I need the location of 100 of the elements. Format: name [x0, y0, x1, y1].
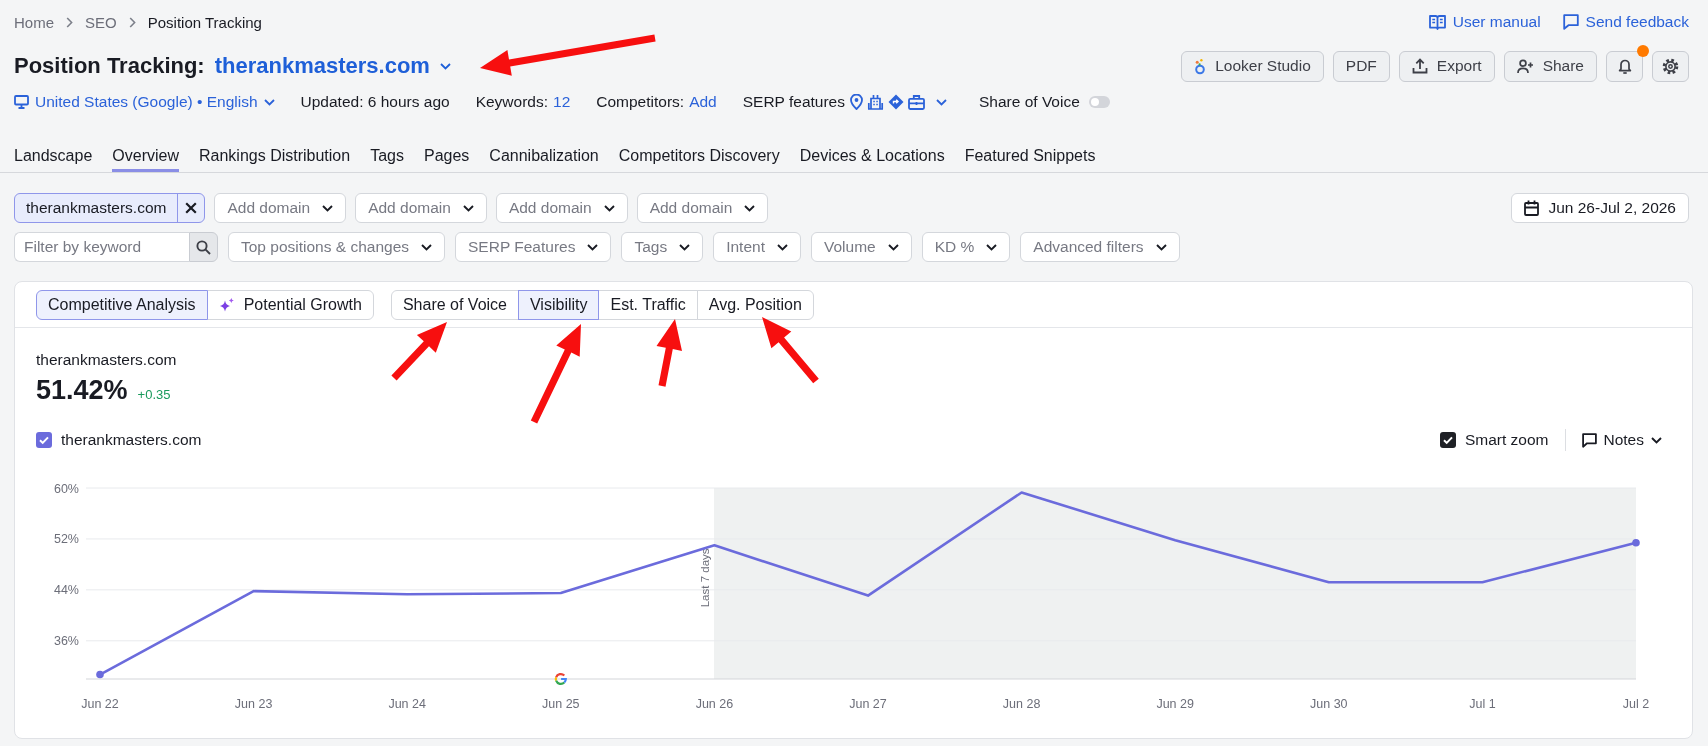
monitor-icon	[14, 95, 29, 109]
filter-dropdown[interactable]: Tags	[621, 232, 704, 262]
add-domain-dropdown[interactable]: Add domain	[495, 193, 628, 223]
x-axis-label: Jun 30	[1310, 697, 1348, 711]
smart-zoom-checkbox[interactable]	[1439, 432, 1456, 448]
settings-button[interactable]	[1652, 50, 1689, 82]
caret-icon	[887, 243, 899, 251]
caret-icon	[439, 62, 451, 70]
help-link[interactable]: Send feedback	[1562, 13, 1689, 31]
book-icon	[1428, 14, 1446, 30]
location-dropdown[interactable]: United States (Google) • English	[14, 93, 275, 111]
metric-tab[interactable]: Visibility	[518, 289, 600, 320]
add-domain-dropdown[interactable]: Add domain	[636, 193, 769, 223]
caret-icon	[986, 243, 998, 251]
project-dropdown[interactable]: therankmasters.com	[214, 53, 451, 79]
competitors-label: Competitors:	[596, 93, 685, 111]
x-axis-label: Jul 2	[1622, 697, 1650, 711]
metric-tab[interactable]: Share of Voice	[390, 289, 519, 320]
breadcrumb-link[interactable]: SEO	[85, 13, 117, 31]
end-marker	[96, 670, 104, 679]
pdf-button[interactable]: PDF	[1332, 50, 1390, 82]
filter-dropdown[interactable]: Volume	[810, 232, 912, 262]
caret-icon	[776, 243, 788, 251]
speech-bubble-icon	[1581, 432, 1597, 448]
annotation-arrow	[656, 319, 682, 387]
metric-tab[interactable]: Avg. Position	[696, 289, 814, 320]
nav-tab[interactable]: Pages	[423, 140, 470, 172]
help-link[interactable]: User manual	[1428, 13, 1541, 31]
settings-icon	[1662, 57, 1679, 75]
filter-dropdown[interactable]: Advanced filters	[1020, 232, 1180, 262]
nav-tab[interactable]: Tags	[370, 140, 404, 172]
add-person-icon	[1516, 58, 1534, 74]
chevron-right-icon	[66, 16, 73, 28]
export-button[interactable]: Export	[1398, 50, 1495, 82]
y-axis-label: 60%	[53, 481, 79, 496]
close-icon	[185, 202, 198, 214]
caret-icon[interactable]	[936, 98, 947, 106]
nav-tab[interactable]: Competitors Discovery	[618, 140, 780, 172]
looker-button[interactable]: Looker Studio	[1181, 50, 1324, 82]
sparkle-icon	[218, 296, 235, 313]
briefcase-icon	[908, 94, 925, 110]
nav-tab[interactable]: Overview	[112, 140, 179, 172]
search-button[interactable]	[189, 232, 218, 262]
nav-tab[interactable]: Featured Snippets	[964, 140, 1096, 172]
caret-icon	[587, 243, 599, 251]
band-label: Last 7 days	[699, 548, 712, 608]
keywords-count-link[interactable]: 12	[553, 93, 571, 111]
search-icon	[196, 239, 211, 255]
share-of-voice-label: Share of Voice	[979, 93, 1080, 111]
page-title: Position Tracking:	[14, 53, 205, 79]
add-domain-dropdown[interactable]: Add domain	[355, 193, 487, 223]
add-domain-dropdown[interactable]: Add domain	[214, 193, 347, 223]
filter-dropdown[interactable]: Intent	[713, 232, 801, 262]
annotation-arrow	[391, 322, 447, 381]
breadcrumb-current: Position Tracking	[147, 13, 262, 31]
summary-change: +0.35	[137, 387, 171, 402]
caret-icon	[322, 204, 334, 212]
x-axis-label: Jun 24	[388, 697, 426, 711]
x-axis-label: Jun 25	[542, 697, 580, 711]
summary-domain: therankmasters.com	[36, 351, 177, 368]
filter-dropdown[interactable]: Top positions & changes	[228, 232, 446, 262]
share-button[interactable]: Share	[1503, 50, 1597, 82]
smart-zoom-label: Smart zoom	[1464, 431, 1549, 449]
x-axis-label: Jul 1	[1469, 697, 1496, 711]
filter-dropdown[interactable]: SERP Features	[455, 232, 612, 262]
x-axis-label: Jun 29	[1156, 697, 1194, 711]
nav-tab[interactable]: Landscape	[14, 140, 93, 172]
mode-tab[interactable]: Competitive Analysis	[36, 289, 208, 320]
legend-checkbox[interactable]	[36, 432, 52, 448]
x-axis-label: Jun 26	[695, 697, 734, 711]
mode-tab[interactable]: Potential Growth	[206, 289, 374, 320]
caret-icon	[744, 204, 756, 212]
annotation-arrow	[762, 317, 819, 384]
x-axis-label: Jun 27	[849, 697, 887, 711]
caret-icon	[421, 243, 433, 251]
caret-icon	[1651, 436, 1662, 444]
nav-tab[interactable]: Cannibalization	[489, 140, 599, 172]
metric-tab[interactable]: Est. Traffic	[598, 289, 698, 320]
caret-icon	[462, 204, 474, 212]
y-axis-label: 44%	[53, 583, 79, 598]
summary-value: 51.42%	[36, 374, 128, 406]
keyword-input[interactable]: Filter by keyword	[14, 232, 189, 262]
add-competitors-link[interactable]: Add	[689, 93, 717, 111]
building-icon	[867, 94, 884, 110]
legend-label: therankmasters.com	[61, 431, 202, 449]
nav-tab[interactable]: Rankings Distribution	[199, 140, 351, 172]
caret-icon	[263, 98, 275, 106]
caret-icon	[603, 204, 615, 212]
y-axis-label: 52%	[53, 532, 79, 547]
notifications-button[interactable]	[1606, 50, 1643, 82]
multicolor-g-icon	[554, 673, 567, 685]
notes-button[interactable]: Notes	[1581, 431, 1662, 449]
ring-dots-icon	[1194, 57, 1207, 75]
upload-icon	[1411, 58, 1428, 74]
date-range-button[interactable]: Jun 26-Jul 2, 2026	[1511, 193, 1689, 223]
breadcrumb-link[interactable]: Home	[14, 13, 54, 31]
diamond-icon	[888, 94, 904, 110]
filter-dropdown[interactable]: KD %	[921, 232, 1011, 262]
toggle-switch[interactable]	[1088, 96, 1110, 108]
nav-tab[interactable]: Devices & Locations	[799, 140, 945, 172]
